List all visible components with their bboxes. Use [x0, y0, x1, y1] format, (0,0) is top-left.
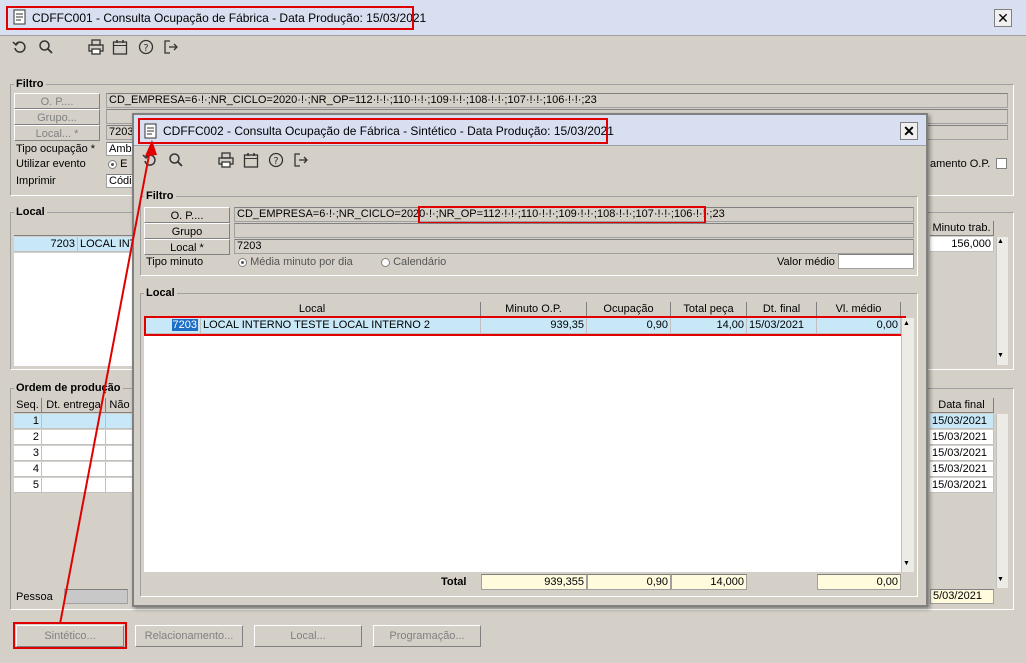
annotation-arrow — [59, 140, 157, 625]
